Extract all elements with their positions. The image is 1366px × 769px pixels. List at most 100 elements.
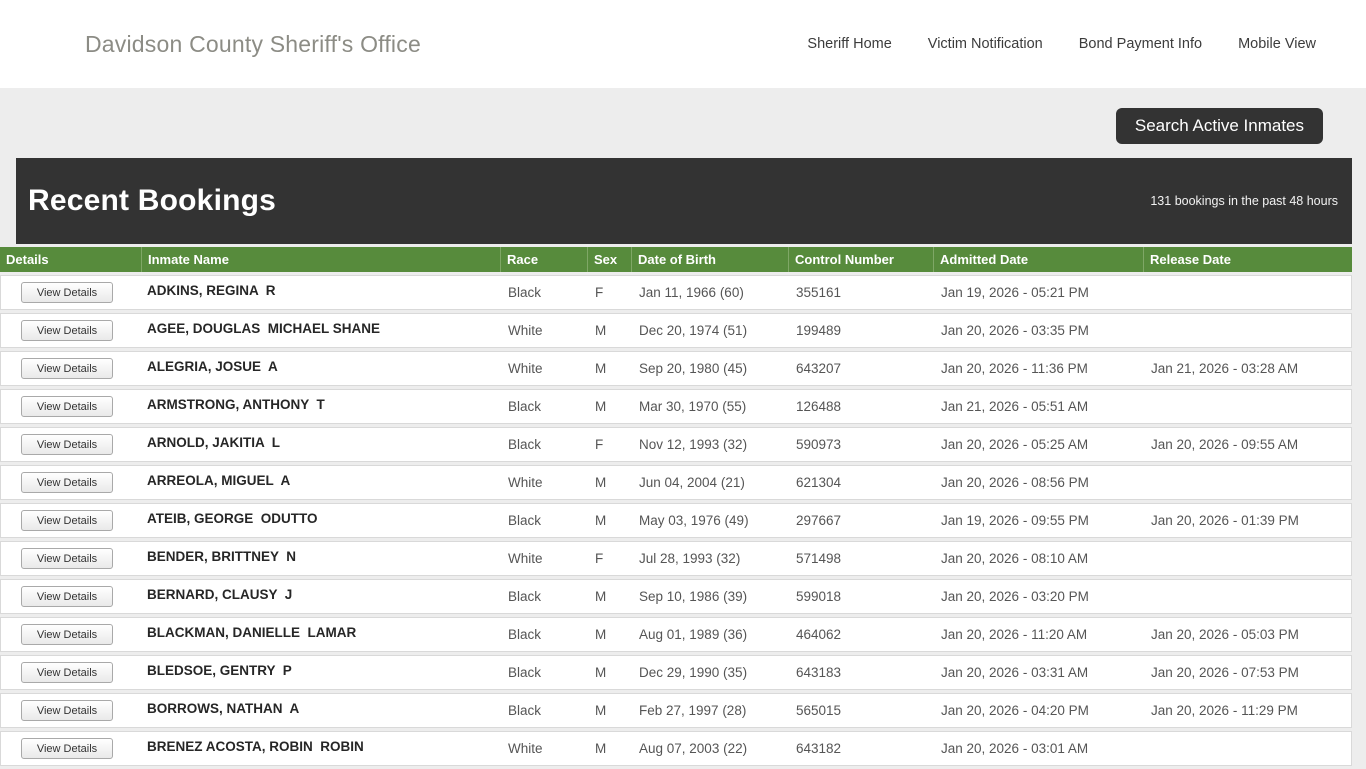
- inmate-name: BENDER, BRITTNEY N: [141, 541, 500, 576]
- admitted-date-value: Jan 20, 2026 - 03:20 PM: [933, 579, 1143, 614]
- column-header-sex: Sex: [587, 247, 631, 272]
- sex-value: M: [587, 389, 631, 424]
- sex-value: M: [587, 465, 631, 500]
- details-cell: View Details: [0, 275, 141, 310]
- table-row: View Details BENDER, BRITTNEY N White F …: [0, 541, 1352, 576]
- details-cell: View Details: [0, 617, 141, 652]
- sex-value: M: [587, 313, 631, 348]
- search-row: Search Active Inmates: [0, 88, 1366, 158]
- race-value: White: [500, 731, 587, 766]
- sex-value: M: [587, 693, 631, 728]
- view-details-button[interactable]: View Details: [21, 548, 113, 569]
- column-header-admitted-date: Admitted Date: [933, 247, 1143, 272]
- inmate-name: ARNOLD, JAKITIA L: [141, 427, 500, 462]
- column-header-date-of-birth: Date of Birth: [631, 247, 788, 272]
- admitted-date-value: Jan 20, 2026 - 08:10 AM: [933, 541, 1143, 576]
- view-details-button[interactable]: View Details: [21, 738, 113, 759]
- dob-value: Sep 20, 1980 (45): [631, 351, 788, 386]
- nav-link-victim-notification[interactable]: Victim Notification: [928, 36, 1043, 52]
- race-value: White: [500, 541, 587, 576]
- race-value: Black: [500, 693, 587, 728]
- control-number-value: 571498: [788, 541, 933, 576]
- details-cell: View Details: [0, 731, 141, 766]
- race-value: Black: [500, 427, 587, 462]
- details-cell: View Details: [0, 465, 141, 500]
- admitted-date-value: Jan 20, 2026 - 03:31 AM: [933, 655, 1143, 690]
- view-details-button[interactable]: View Details: [21, 282, 113, 303]
- sex-value: M: [587, 617, 631, 652]
- race-value: Black: [500, 503, 587, 538]
- main-nav: Sheriff Home Victim Notification Bond Paym…: [807, 36, 1316, 52]
- table-header: Details Inmate Name Race Sex Date of Birth Co…: [0, 247, 1352, 272]
- race-value: White: [500, 351, 587, 386]
- details-cell: View Details: [0, 389, 141, 424]
- race-value: White: [500, 313, 587, 348]
- release-date-value: Jan 20, 2026 - 05:03 PM: [1143, 617, 1352, 652]
- admitted-date-value: Jan 20, 2026 - 03:35 PM: [933, 313, 1143, 348]
- release-date-value: [1143, 731, 1352, 766]
- nav-link-bond-payment-info[interactable]: Bond Payment Info: [1079, 36, 1202, 52]
- details-cell: View Details: [0, 427, 141, 462]
- details-cell: View Details: [0, 503, 141, 538]
- control-number-value: 621304: [788, 465, 933, 500]
- view-details-button[interactable]: View Details: [21, 662, 113, 683]
- view-details-button[interactable]: View Details: [21, 700, 113, 721]
- release-date-value: Jan 20, 2026 - 11:29 PM: [1143, 693, 1352, 728]
- release-date-value: [1143, 541, 1352, 576]
- view-details-button[interactable]: View Details: [21, 624, 113, 645]
- view-details-button[interactable]: View Details: [21, 434, 113, 455]
- inmate-name: BLACKMAN, DANIELLE LAMAR: [141, 617, 500, 652]
- control-number-value: 643183: [788, 655, 933, 690]
- control-number-value: 599018: [788, 579, 933, 614]
- admitted-date-value: Jan 20, 2026 - 11:36 PM: [933, 351, 1143, 386]
- inmate-name: ADKINS, REGINA R: [141, 275, 500, 310]
- nav-link-sheriff-home[interactable]: Sheriff Home: [807, 36, 891, 52]
- view-details-button[interactable]: View Details: [21, 320, 113, 341]
- inmate-name: BRENEZ ACOSTA, ROBIN ROBIN: [141, 731, 500, 766]
- admitted-date-value: Jan 20, 2026 - 03:01 AM: [933, 731, 1143, 766]
- column-header-control-number: Control Number: [788, 247, 933, 272]
- table-row: View Details ARREOLA, MIGUEL A White M J…: [0, 465, 1352, 500]
- dob-value: Aug 07, 2003 (22): [631, 731, 788, 766]
- details-cell: View Details: [0, 693, 141, 728]
- admitted-date-value: Jan 21, 2026 - 05:51 AM: [933, 389, 1143, 424]
- race-value: Black: [500, 655, 587, 690]
- inmate-name: BERNARD, CLAUSY J: [141, 579, 500, 614]
- view-details-button[interactable]: View Details: [21, 510, 113, 531]
- admitted-date-value: Jan 19, 2026 - 05:21 PM: [933, 275, 1143, 310]
- site-title: Davidson County Sheriff's Office: [85, 30, 421, 57]
- table-row: View Details ARMSTRONG, ANTHONY T Black …: [0, 389, 1352, 424]
- release-date-value: Jan 20, 2026 - 09:55 AM: [1143, 427, 1352, 462]
- sex-value: F: [587, 275, 631, 310]
- view-details-button[interactable]: View Details: [21, 472, 113, 493]
- nav-link-mobile-view[interactable]: Mobile View: [1238, 36, 1316, 52]
- control-number-value: 199489: [788, 313, 933, 348]
- admitted-date-value: Jan 20, 2026 - 08:56 PM: [933, 465, 1143, 500]
- inmate-name: ATEIB, GEORGE ODUTTO: [141, 503, 500, 538]
- panel-header: Recent Bookings 131 bookings in the past…: [16, 158, 1352, 244]
- dob-value: Sep 10, 1986 (39): [631, 579, 788, 614]
- release-date-value: [1143, 389, 1352, 424]
- view-details-button[interactable]: View Details: [21, 358, 113, 379]
- control-number-value: 590973: [788, 427, 933, 462]
- inmate-name: BORROWS, NATHAN A: [141, 693, 500, 728]
- view-details-button[interactable]: View Details: [21, 586, 113, 607]
- race-value: Black: [500, 579, 587, 614]
- race-value: Black: [500, 389, 587, 424]
- dob-value: Aug 01, 1989 (36): [631, 617, 788, 652]
- control-number-value: 126488: [788, 389, 933, 424]
- dob-value: Mar 30, 1970 (55): [631, 389, 788, 424]
- admitted-date-value: Jan 19, 2026 - 09:55 PM: [933, 503, 1143, 538]
- table-row: View Details BERNARD, CLAUSY J Black M S…: [0, 579, 1352, 614]
- search-active-inmates-button[interactable]: Search Active Inmates: [1115, 108, 1323, 144]
- release-date-value: [1143, 579, 1352, 614]
- release-date-value: Jan 20, 2026 - 01:39 PM: [1143, 503, 1352, 538]
- table-row: View Details ATEIB, GEORGE ODUTTO Black …: [0, 503, 1352, 538]
- table-row: View Details ARNOLD, JAKITIA L Black F N…: [0, 427, 1352, 462]
- column-header-details: Details: [0, 247, 141, 272]
- recent-bookings-panel: Recent Bookings 131 bookings in the past…: [0, 158, 1352, 769]
- control-number-value: 464062: [788, 617, 933, 652]
- table-row: View Details BLEDSOE, GENTRY P Black M D…: [0, 655, 1352, 690]
- view-details-button[interactable]: View Details: [21, 396, 113, 417]
- admitted-date-value: Jan 20, 2026 - 11:20 AM: [933, 617, 1143, 652]
